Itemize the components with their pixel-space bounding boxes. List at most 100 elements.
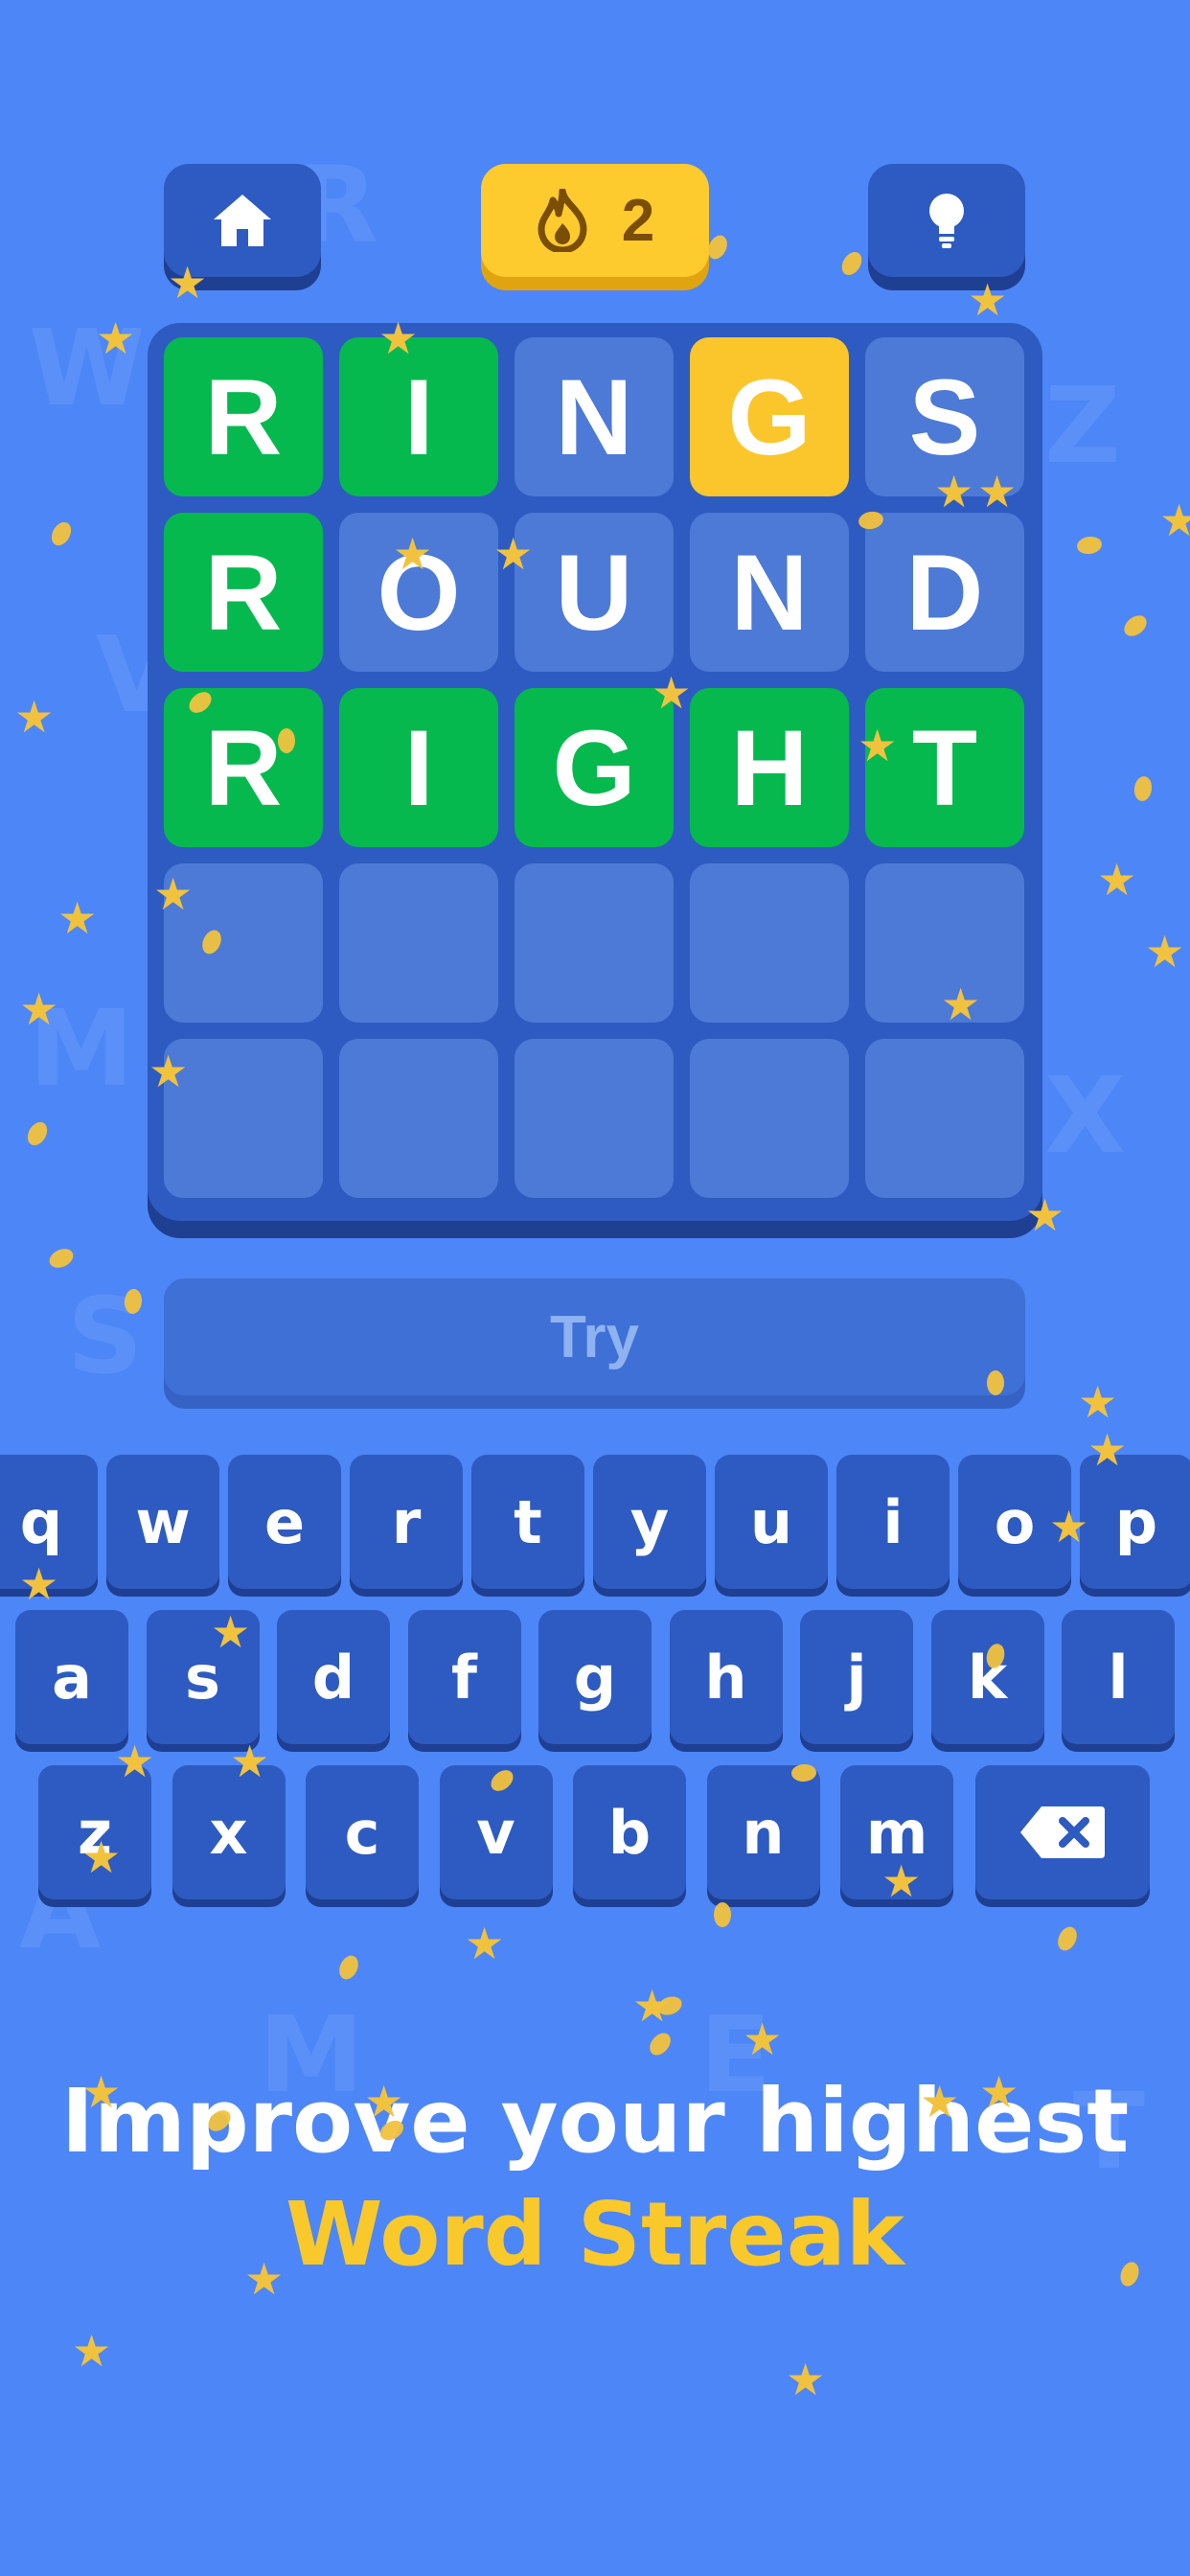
key-n[interactable]: n xyxy=(706,1765,820,1899)
background-letter: X xyxy=(1044,1054,1126,1177)
confetti-piece xyxy=(23,1118,52,1149)
confetti-piece xyxy=(1075,535,1104,556)
key-t[interactable]: t xyxy=(471,1455,584,1589)
confetti-piece xyxy=(46,1245,77,1272)
grid-tile: G xyxy=(515,688,674,847)
star-confetti-icon: ★ xyxy=(230,1736,270,1787)
star-confetti-icon: ★ xyxy=(881,1855,922,1907)
star-confetti-icon: ★ xyxy=(1025,1189,1065,1241)
star-confetti-icon: ★ xyxy=(19,1558,59,1610)
confetti-piece xyxy=(987,1370,1004,1395)
star-confetti-icon: ★ xyxy=(1145,926,1185,978)
home-icon xyxy=(214,195,271,246)
grid-tile: D xyxy=(865,513,1024,672)
key-i[interactable]: i xyxy=(836,1455,950,1589)
star-confetti-icon: ★ xyxy=(378,312,419,364)
star-confetti-icon: ★ xyxy=(168,257,208,309)
star-confetti-icon: ★ xyxy=(81,1831,122,1883)
confetti-piece xyxy=(335,1952,362,1983)
grid-tile: R xyxy=(164,688,323,847)
star-confetti-icon: ★ xyxy=(968,274,1008,326)
confetti-piece xyxy=(278,728,295,753)
key-l[interactable]: l xyxy=(1062,1610,1175,1744)
key-e[interactable]: e xyxy=(228,1455,341,1589)
star-confetti-icon: ★ xyxy=(493,528,534,580)
key-c[interactable]: c xyxy=(306,1765,419,1899)
confetti-piece xyxy=(1054,1923,1081,1954)
star-confetti-icon: ★ xyxy=(57,892,98,944)
key-j[interactable]: j xyxy=(800,1610,913,1744)
star-confetti-icon: ★ xyxy=(941,978,981,1030)
star-confetti-icon: ★ xyxy=(977,466,1018,518)
backspace-key[interactable] xyxy=(975,1765,1150,1899)
try-button[interactable]: Try xyxy=(164,1278,1025,1395)
key-d[interactable]: d xyxy=(277,1610,390,1744)
flame-icon xyxy=(538,189,587,252)
star-confetti-icon: ★ xyxy=(1159,494,1190,546)
star-confetti-icon: ★ xyxy=(96,312,136,364)
confetti-piece xyxy=(1133,774,1154,803)
star-confetti-icon: ★ xyxy=(1078,1376,1118,1428)
grid-tile: R xyxy=(164,337,323,496)
grid-tile: H xyxy=(690,688,849,847)
star-confetti-icon: ★ xyxy=(465,1918,505,1969)
grid-tile: U xyxy=(515,513,674,672)
star-confetti-icon: ★ xyxy=(393,528,433,580)
confetti-piece xyxy=(645,2029,675,2059)
grid-tile xyxy=(339,1039,498,1198)
star-confetti-icon: ★ xyxy=(858,720,898,771)
star-confetti-icon: ★ xyxy=(81,2066,122,2118)
star-confetti-icon: ★ xyxy=(149,1046,189,1097)
key-w[interactable]: w xyxy=(106,1455,219,1589)
star-confetti-icon: ★ xyxy=(1049,1501,1089,1552)
key-a[interactable]: a xyxy=(15,1610,128,1744)
key-k[interactable]: k xyxy=(930,1610,1044,1744)
key-f[interactable]: f xyxy=(407,1610,521,1744)
grid-tile xyxy=(339,863,498,1023)
background-letter: Z xyxy=(1044,364,1121,487)
star-confetti-icon: ★ xyxy=(652,667,692,719)
grid-tile xyxy=(690,863,849,1023)
key-b[interactable]: b xyxy=(573,1765,686,1899)
star-confetti-icon: ★ xyxy=(920,2076,960,2128)
star-confetti-icon: ★ xyxy=(153,868,194,920)
backspace-icon xyxy=(1020,1806,1105,1858)
lightbulb-icon xyxy=(929,194,964,248)
grid-tile xyxy=(865,1039,1024,1198)
grid-tile xyxy=(515,1039,674,1198)
grid-tile xyxy=(515,863,674,1023)
star-confetti-icon: ★ xyxy=(786,2354,826,2405)
star-confetti-icon: ★ xyxy=(14,691,55,743)
star-confetti-icon: ★ xyxy=(743,2013,783,2065)
confetti-piece xyxy=(714,1902,731,1927)
promo-highlight: Word Streak xyxy=(286,2183,904,2286)
key-u[interactable]: u xyxy=(715,1455,828,1589)
streak-counter: 2 xyxy=(481,164,709,277)
key-r[interactable]: r xyxy=(350,1455,463,1589)
grid-tile: R xyxy=(164,513,323,672)
confetti-piece xyxy=(47,518,76,549)
star-confetti-icon: ★ xyxy=(244,2253,285,2305)
star-confetti-icon: ★ xyxy=(364,2076,404,2128)
grid-tile: I xyxy=(339,337,498,496)
key-g[interactable]: g xyxy=(538,1610,652,1744)
confetti-piece xyxy=(1120,610,1151,641)
star-confetti-icon: ★ xyxy=(115,1736,155,1787)
star-confetti-icon: ★ xyxy=(979,2066,1019,2118)
word-grid: RINGSROUNDRIGHT xyxy=(148,323,1042,1221)
confetti-piece xyxy=(837,248,866,279)
star-confetti-icon: ★ xyxy=(211,1606,251,1658)
star-confetti-icon: ★ xyxy=(1087,1424,1128,1476)
star-confetti-icon: ★ xyxy=(72,2325,112,2377)
grid-tile: I xyxy=(339,688,498,847)
key-h[interactable]: h xyxy=(669,1610,783,1744)
star-confetti-icon: ★ xyxy=(19,983,59,1035)
hint-button[interactable] xyxy=(868,164,1025,277)
star-confetti-icon: ★ xyxy=(934,466,974,518)
key-y[interactable]: y xyxy=(593,1455,706,1589)
grid-tile: N xyxy=(515,337,674,496)
star-confetti-icon: ★ xyxy=(1097,854,1137,906)
grid-tile xyxy=(690,1039,849,1198)
grid-tile: N xyxy=(690,513,849,672)
streak-count: 2 xyxy=(621,187,655,254)
